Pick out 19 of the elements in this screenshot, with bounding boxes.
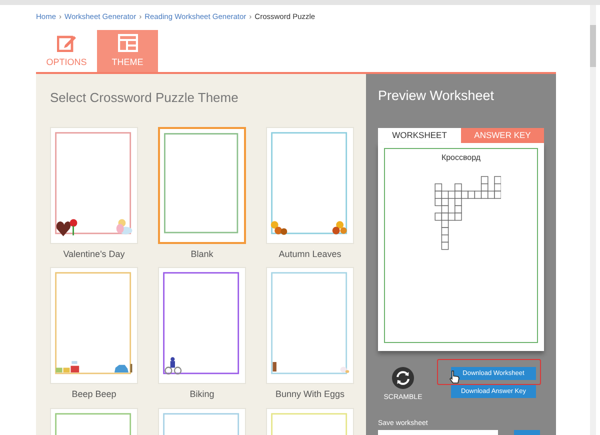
preview-tab[interactable]: WORKSHEET: [378, 128, 461, 143]
scrollbar[interactable]: [590, 5, 596, 435]
theme-label: Autumn Leaves: [278, 248, 342, 260]
refresh-icon: [392, 367, 414, 389]
theme-label: Beep Beep: [72, 388, 116, 401]
preview-title: Preview Worksheet: [378, 87, 496, 105]
theme-label: Biking: [190, 388, 214, 401]
hand-cursor-icon: [449, 370, 460, 384]
theme-label: Blank: [190, 248, 214, 260]
worksheet-title: Кроссворд: [441, 152, 481, 164]
edit-icon: [56, 34, 76, 52]
theme-label: Valentine's Day: [63, 248, 125, 261]
tab[interactable]: THEME: [97, 30, 158, 72]
cyclist-drawing: [164, 357, 182, 374]
layout-icon: [118, 34, 138, 52]
theme-thumbnail[interactable]: [158, 126, 246, 244]
panel-title: Select Crossword Puzzle Theme: [50, 89, 240, 107]
theme-label: Bunny With Eggs: [275, 388, 345, 401]
preview-tab[interactable]: ANSWER KEY: [461, 128, 544, 143]
